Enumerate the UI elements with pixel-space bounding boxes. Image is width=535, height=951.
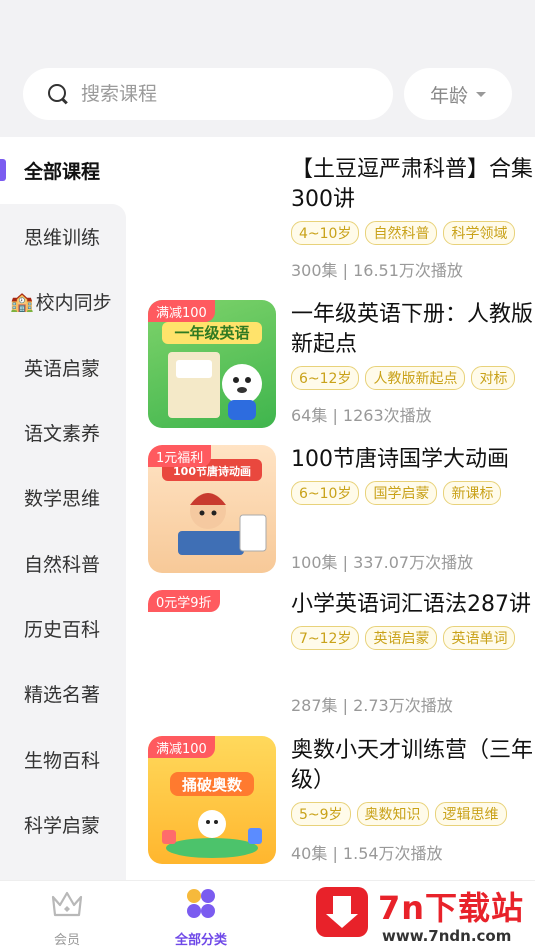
course-card[interactable]: 一年级英语 满减100 一年级英语下册：人教版新起点 6~12岁 人教版新起点 … — [126, 300, 535, 430]
search-input[interactable] — [81, 83, 341, 105]
sidebar-item-label: 数学思维 — [24, 488, 101, 511]
course-tag: 6~12岁 — [291, 366, 360, 390]
thumb-title: 一年级英语 — [174, 324, 249, 342]
promo-badge: 满减100 — [148, 736, 215, 758]
category-sidebar: 全部课程 思维训练 🏫 校内同步 英语启蒙 语文素养 数学思维 自然科普 历史百科… — [0, 137, 126, 880]
sidebar-item-label: 思维训练 — [24, 227, 101, 250]
course-tag: 对标 — [471, 366, 516, 390]
sidebar-item-science[interactable]: 科学启蒙 — [0, 792, 126, 857]
sidebar-item-classics[interactable]: 精选名著 — [0, 661, 126, 726]
course-list: 【土豆逗严肃科普】合集300讲 4~10岁 自然科普 科学领域 300集 | 1… — [126, 137, 535, 880]
sidebar-item-english[interactable]: 英语启蒙 — [0, 335, 126, 400]
tab-member[interactable]: 会员 — [12, 887, 122, 948]
search-bar[interactable] — [23, 68, 393, 120]
tab-all-categories[interactable]: 全部分类 — [146, 887, 256, 948]
active-indicator — [0, 159, 6, 181]
watermark-url: www.7ndn.com — [382, 927, 512, 945]
thumb-title: 捅破奥数 — [182, 776, 243, 794]
promo-badge: 0元学9折 — [148, 590, 220, 612]
course-title: 100节唐诗国学大动画 — [291, 447, 509, 472]
course-title: 一年级英语下册：人教版新起点 — [291, 302, 534, 357]
sidebar-item-math[interactable]: 数学思维 — [0, 465, 126, 530]
sidebar-item-label: 全部课程 — [24, 161, 101, 183]
course-tag: 英语单词 — [443, 626, 516, 650]
course-tags: 7~12岁 英语启蒙 英语单词 — [291, 626, 535, 650]
tab-label: 会员 — [53, 933, 80, 948]
course-tag: 自然科普 — [365, 221, 438, 245]
top-bar: 年龄 — [0, 0, 535, 137]
course-stats: 40集 | 1.54万次播放 — [291, 844, 443, 863]
course-card[interactable]: 捅破奥数 满减100 奥数小天才训练营（三年级） 5~9岁 奥数知识 逻辑思维 — [126, 736, 535, 866]
course-thumbnail: 捅破奥数 满减100 — [148, 736, 276, 864]
course-tag: 新课标 — [443, 481, 502, 505]
age-filter-button[interactable]: 年龄 — [404, 68, 512, 120]
course-tag: 国学启蒙 — [365, 481, 438, 505]
course-stats: 64集 | 1263次播放 — [291, 406, 432, 425]
course-stats: 287集 | 2.73万次播放 — [291, 696, 453, 715]
course-tag: 5~9岁 — [291, 802, 351, 826]
main-content: 全部课程 思维训练 🏫 校内同步 英语启蒙 语文素养 数学思维 自然科普 历史百科… — [0, 137, 535, 880]
course-tag: 4~10岁 — [291, 221, 360, 245]
site-watermark: 7n下载站 www.7ndn.com — [312, 881, 535, 951]
course-tags: 6~10岁 国学启蒙 新课标 — [291, 481, 535, 505]
course-tag: 人教版新起点 — [365, 366, 466, 390]
course-title: 小学英语词汇语法287讲 — [291, 592, 531, 617]
crown-icon — [51, 891, 83, 917]
watermark-name: 7n下载站 — [378, 889, 525, 927]
sidebar-list: 思维训练 🏫 校内同步 英语启蒙 语文素养 数学思维 自然科普 历史百科 精选名著… — [0, 204, 126, 880]
sidebar-item-label: 英语启蒙 — [24, 357, 101, 380]
course-tag: 7~12岁 — [291, 626, 360, 650]
caret-down-icon — [476, 91, 486, 97]
course-card[interactable]: 0元学9折 小学英语词汇语法287讲 7~12岁 英语启蒙 英语单词 287集 … — [126, 590, 535, 720]
course-stats: 100集 | 337.07万次播放 — [291, 553, 474, 572]
sidebar-item-label: 历史百科 — [24, 618, 101, 641]
sidebar-item-label: 自然科普 — [24, 553, 101, 576]
course-tag: 逻辑思维 — [434, 802, 507, 826]
tab-label: 全部分类 — [174, 933, 227, 948]
course-tag: 科学领域 — [443, 221, 516, 245]
course-tags: 4~10岁 自然科普 科学领域 — [291, 221, 535, 245]
sidebar-item-label: 生物百科 — [24, 749, 101, 772]
sidebar-item-label: 精选名著 — [24, 684, 101, 707]
sidebar-item-school-sync[interactable]: 🏫 校内同步 — [0, 269, 126, 334]
sidebar-item-label: 校内同步 — [35, 292, 112, 315]
search-icon — [47, 83, 69, 105]
course-thumbnail: 一年级英语 满减100 — [148, 300, 276, 428]
course-title: 奥数小天才训练营（三年级） — [291, 738, 534, 793]
sidebar-item-label: 语文素养 — [24, 423, 101, 446]
course-tags: 6~12岁 人教版新起点 对标 — [291, 366, 535, 390]
download-logo-icon — [316, 887, 368, 937]
course-card[interactable]: 100节唐诗动画 1元福利 100节唐诗国学大动画 6~10岁 国学启蒙 新课标 — [126, 445, 535, 575]
course-tag: 6~10岁 — [291, 481, 360, 505]
sidebar-item-chinese[interactable]: 语文素养 — [0, 400, 126, 465]
category-grid-icon — [187, 889, 215, 918]
sidebar-item-history[interactable]: 历史百科 — [0, 596, 126, 661]
sidebar-item-thinking[interactable]: 思维训练 — [0, 204, 126, 269]
sidebar-item-label: 科学启蒙 — [24, 814, 101, 837]
promo-badge: 1元福利 — [148, 445, 212, 467]
course-tag: 奥数知识 — [356, 802, 429, 826]
course-tags: 5~9岁 奥数知识 逻辑思维 — [291, 802, 535, 826]
course-thumbnail: 0元学9折 — [148, 590, 276, 718]
course-stats: 300集 | 16.51万次播放 — [291, 261, 463, 280]
course-thumbnail: 100节唐诗动画 1元福利 — [148, 445, 276, 573]
course-tag: 英语启蒙 — [365, 626, 438, 650]
promo-badge: 满减100 — [148, 300, 215, 322]
sidebar-item-nature[interactable]: 自然科普 — [0, 530, 126, 595]
sidebar-item-biology[interactable]: 生物百科 — [0, 726, 126, 791]
course-title: 【土豆逗严肃科普】合集300讲 — [291, 157, 534, 212]
school-icon: 🏫 — [10, 291, 34, 314]
age-filter-label: 年龄 — [429, 84, 468, 107]
sidebar-item-all-courses[interactable]: 全部课程 — [0, 137, 126, 204]
course-card[interactable]: 【土豆逗严肃科普】合集300讲 4~10岁 自然科普 科学领域 300集 | 1… — [126, 155, 535, 285]
